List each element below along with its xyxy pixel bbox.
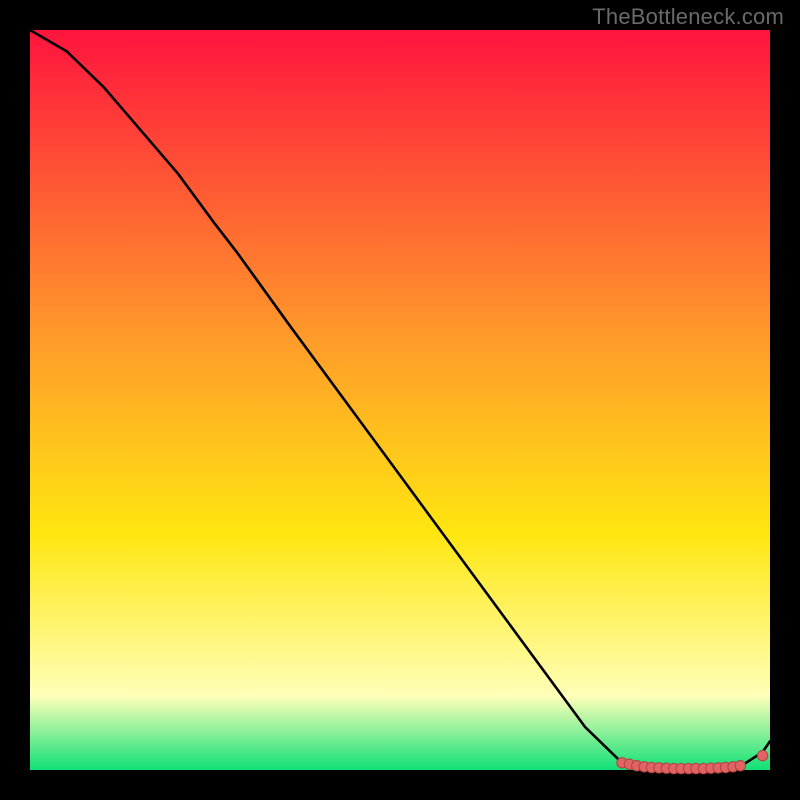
line-chart: [30, 30, 770, 770]
chart-line-path: [30, 30, 770, 769]
chart-marker: [757, 750, 767, 760]
watermark-text: TheBottleneck.com: [592, 4, 784, 30]
chart-marker: [735, 760, 745, 770]
plot-region: [30, 30, 770, 770]
chart-frame: TheBottleneck.com: [0, 0, 800, 800]
